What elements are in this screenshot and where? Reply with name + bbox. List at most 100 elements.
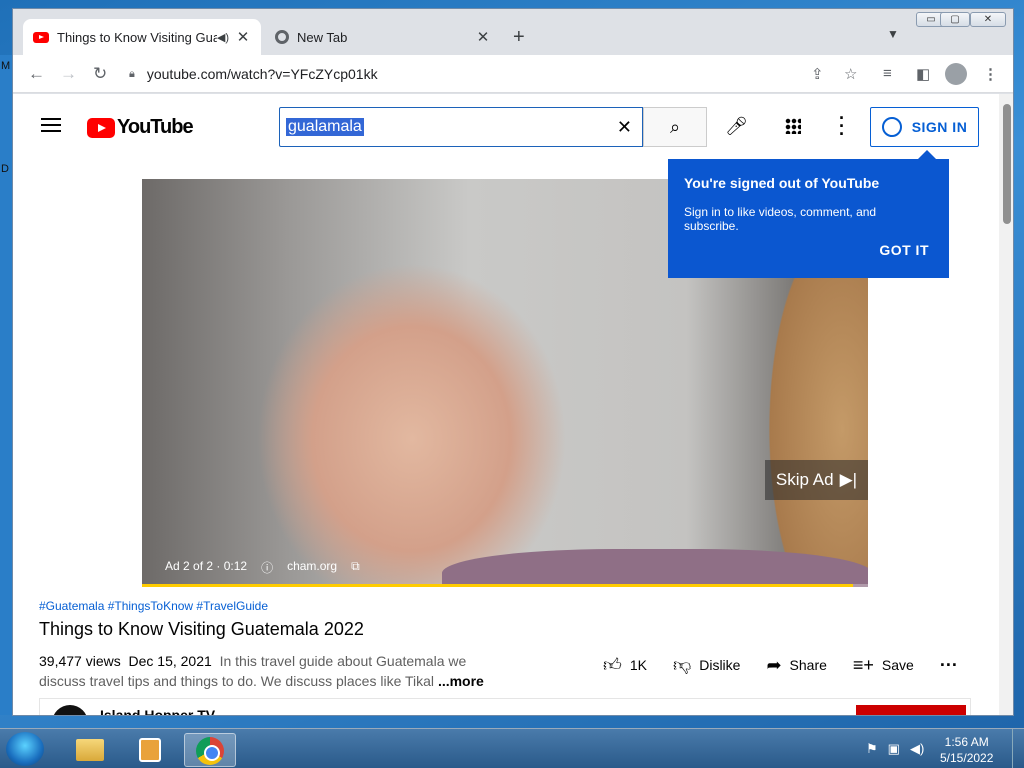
hamburger-menu-icon[interactable] (41, 118, 61, 132)
like-button[interactable]: 👍︎ 1K (603, 654, 647, 676)
bookmark-star-icon[interactable]: ☆ (844, 65, 857, 83)
ad-counter: Ad 2 of 2 · 0:12 (165, 559, 248, 573)
tab-search-chevron-icon[interactable]: ▼ (887, 27, 899, 41)
address-bar[interactable]: 🔒︎ youtube.com/watch?v=YFcZYcp01kk (121, 60, 841, 88)
share-button[interactable]: ➦ Share (766, 655, 826, 676)
ad-info-icon[interactable]: ⓘ (261, 559, 273, 576)
youtube-page: YouTube gualamala ✕ ⌕ 🎤︎ · · · SIGN IN Ski… (13, 94, 999, 715)
network-icon[interactable]: ▣ (888, 741, 900, 757)
video-title: Things to Know Visiting Guatemala 2022 (39, 619, 364, 639)
skip-next-icon: ▶| (839, 470, 858, 489)
close-tab-icon[interactable]: ✕ (235, 28, 251, 46)
share-label: Share (789, 657, 827, 673)
search-input[interactable]: gualamala ✕ (279, 107, 643, 147)
youtube-favicon-icon (33, 31, 49, 43)
desktop-edge (0, 55, 12, 715)
taskbar-clock[interactable]: 1:56 AM 5/15/2022 (940, 734, 993, 766)
reload-icon[interactable]: ↻ (93, 64, 107, 84)
playlist-add-icon: ≡+ (852, 654, 874, 675)
close-tab-icon[interactable]: ✕ (475, 28, 491, 46)
profile-avatar-icon[interactable] (945, 63, 967, 85)
desktop-icon-label-d[interactable]: D (1, 163, 9, 175)
upload-date: Dec 15, 2021 (128, 653, 212, 669)
video-hashtags[interactable]: #Guatemala #ThingsToKnow #TravelGuide (39, 599, 268, 613)
user-circle-icon (881, 117, 902, 137)
more-actions-icon[interactable]: ··· (940, 655, 958, 676)
search-query-text[interactable]: gualamala (286, 118, 364, 136)
system-tray: ⚑ ▣ ◀) (866, 741, 924, 757)
settings-kebab-icon[interactable]: · · · (839, 109, 845, 143)
youtube-logo-text: YouTube (117, 116, 194, 138)
youtube-header: YouTube gualamala ✕ ⌕ 🎤︎ · · · SIGN IN (13, 94, 999, 158)
thumbs-up-icon: 👍︎ (603, 655, 622, 675)
like-count: 1K (629, 657, 647, 673)
signed-out-popup: You're signed out of YouTube Sign in to … (668, 150, 949, 278)
video-actions: 👍︎ 1K 👎︎ Dislike ➦ Share ≡+ Save ··· (603, 654, 958, 676)
media-queue-icon[interactable]: ≡ (883, 65, 892, 82)
search-button[interactable]: ⌕ (643, 107, 707, 147)
apps-grid-icon[interactable] (785, 118, 801, 134)
back-arrow-icon[interactable]: ← (28, 64, 45, 84)
tab-title: New Tab (297, 29, 348, 45)
close-window-button[interactable]: ✕ (970, 12, 1006, 27)
youtube-logo[interactable]: YouTube (87, 116, 194, 139)
channel-avatar[interactable] (52, 705, 88, 715)
forward-arrow-icon[interactable]: → (60, 64, 77, 84)
view-count: 39,477 views (39, 653, 121, 669)
clock-time: 1:56 AM (944, 735, 989, 749)
url-text[interactable]: youtube.com/watch?v=YFcZYcp01kk (147, 66, 378, 82)
subscribe-button[interactable]: SUBSCRIBE (856, 705, 966, 715)
chrome-favicon-icon (275, 30, 289, 44)
video-frame-blanket (442, 549, 868, 587)
got-it-button[interactable]: GOT IT (879, 242, 929, 258)
ad-info-bar: Ad 2 of 2 · 0:12 ⓘ cham.org ⧉ (165, 559, 360, 576)
page-scrollbar[interactable] (999, 94, 1013, 715)
tab-youtube-video[interactable]: Things to Know Visiting Guat ◀) ✕ (23, 19, 261, 55)
ad-progress-bar[interactable] (142, 584, 868, 587)
taskbar-explorer-icon[interactable] (64, 733, 116, 767)
volume-icon[interactable]: ◀) (910, 741, 924, 757)
new-tab-button[interactable]: + (513, 26, 525, 49)
youtube-play-logo-icon (87, 117, 115, 138)
ad-domain-link[interactable]: cham.org (287, 559, 337, 576)
microphone-icon[interactable]: 🎤︎ (725, 116, 748, 137)
save-label: Save (881, 657, 914, 673)
ad-progress-fill (142, 584, 854, 587)
taskbar-chrome-icon[interactable] (184, 733, 236, 767)
show-more-link[interactable]: ...more (438, 673, 484, 689)
audio-playing-icon[interactable]: ◀) (217, 31, 229, 44)
lock-icon[interactable]: 🔒︎ (129, 68, 135, 81)
browser-toolbar: ← → ↻ 🔒︎ youtube.com/watch?v=YFcZYcp01kk… (13, 55, 1013, 93)
skip-ad-button[interactable]: Skip Ad ▶| (765, 460, 868, 500)
clear-search-icon[interactable]: ✕ (617, 117, 632, 138)
show-desktop-button[interactable] (1012, 729, 1024, 768)
desktop-icon-label-m[interactable]: M (1, 60, 10, 72)
tab-strip: Things to Know Visiting Guat ◀) ✕ New Ta… (13, 9, 1013, 55)
dislike-label: Dislike (699, 657, 741, 673)
share-page-icon[interactable]: ⇪ (811, 65, 824, 83)
chrome-menu-icon[interactable]: ⋮ (983, 65, 998, 83)
maximize-button[interactable]: ▢ (940, 12, 970, 27)
video-description-box[interactable]: 39,477 views Dec 15, 2021 In this travel… (39, 651, 499, 691)
tab-new-tab[interactable]: New Tab ✕ (265, 19, 501, 55)
browser-window: Things to Know Visiting Guat ◀) ✕ New Ta… (12, 8, 1014, 716)
windows-taskbar: ⚑ ▣ ◀) 1:56 AM 5/15/2022 (0, 728, 1024, 768)
tab-title: Things to Know Visiting Guat (57, 29, 217, 45)
scrollbar-thumb[interactable] (1003, 104, 1011, 224)
side-panel-icon[interactable]: ◧ (916, 65, 930, 83)
dislike-button[interactable]: 👎︎ Dislike (673, 654, 741, 676)
save-button[interactable]: ≡+ Save (853, 655, 914, 676)
external-link-icon[interactable]: ⧉ (351, 559, 360, 576)
taskbar-media-player-icon[interactable] (124, 733, 176, 767)
skip-ad-label: Skip Ad (775, 470, 834, 489)
start-button[interactable] (6, 732, 44, 766)
action-center-flag-icon[interactable]: ⚑ (866, 741, 878, 757)
share-arrow-icon: ➦ (766, 654, 782, 675)
sign-in-label: SIGN IN (911, 119, 968, 135)
clock-date: 5/15/2022 (940, 751, 994, 765)
popup-description: Sign in to like videos, comment, and sub… (684, 205, 877, 233)
popup-title: You're signed out of YouTube (684, 175, 880, 191)
sign-in-button[interactable]: SIGN IN (870, 107, 979, 147)
thumbs-down-icon: 👎︎ (672, 655, 692, 675)
channel-name[interactable]: Island Hopper TV (100, 707, 215, 715)
